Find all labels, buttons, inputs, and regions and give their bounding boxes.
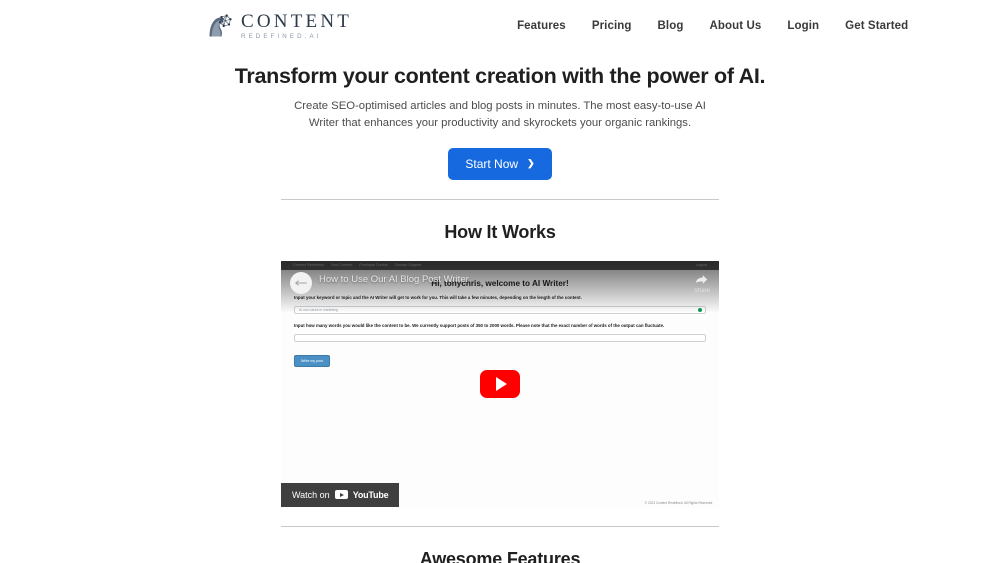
- youtube-logo-icon: [334, 490, 348, 500]
- video-header: How to Use Our AI Blog Post Writer Share: [281, 271, 719, 294]
- youtube-play-icon[interactable]: [480, 369, 520, 398]
- landing-page: CONTENT REDEFINED.AI Features Pricing Bl…: [0, 0, 1000, 563]
- embedded-nav-your-content: Your Content: [330, 263, 353, 268]
- youtube-label: YouTube: [352, 489, 389, 500]
- watch-on-label: Watch on: [292, 489, 330, 500]
- embedded-footer-copyright: © 2023 Content Redefined. All Rights Res…: [644, 500, 713, 505]
- chevron-right-icon: ❯: [527, 158, 535, 169]
- youtube-video-embed[interactable]: Content Redefined Your Content Purchase …: [281, 260, 719, 507]
- section-divider-bottom: [281, 525, 719, 527]
- embedded-nav-logout: Logout: [695, 263, 707, 268]
- how-it-works-section: How It Works Content Redefined Your Cont…: [0, 222, 1000, 507]
- video-title[interactable]: How to Use Our AI Blog Post Writer: [319, 274, 469, 285]
- watch-on-youtube-button[interactable]: Watch on YouTube: [281, 482, 400, 507]
- start-now-label: Start Now: [465, 156, 519, 171]
- embedded-nav-purchase-credits: Purchase Credits: [359, 263, 388, 268]
- embedded-paragraph-1: Input your keyword or topic and the AI W…: [294, 294, 582, 300]
- features-title: Awesome Features: [419, 548, 581, 563]
- channel-avatar-icon[interactable]: [290, 271, 312, 294]
- share-arrow-icon: [696, 275, 708, 284]
- section-divider-top: [281, 198, 719, 200]
- hero-subtext: Create SEO-optimised articles and blog p…: [294, 100, 706, 129]
- how-it-works-title: How It Works: [444, 221, 556, 242]
- embedded-paragraph-2: Input how many words you would like the …: [294, 322, 665, 328]
- nav-item-blog[interactable]: Blog: [658, 20, 684, 32]
- embedded-nav-contact-support: Contact Support: [394, 263, 422, 268]
- embedded-write-my-post-button: Write my post: [294, 354, 330, 367]
- brand-logo[interactable]: CONTENT REDEFINED.AI: [205, 11, 352, 41]
- nav-item-login[interactable]: Login: [787, 20, 819, 32]
- brand-text: CONTENT REDEFINED.AI: [241, 10, 353, 41]
- awesome-features-section: Awesome Features With the Content Redefi…: [0, 549, 1000, 563]
- embedded-keyword-input: AI use cases in marketing: [294, 305, 706, 314]
- hero-headline: Transform your content creation with the…: [234, 64, 766, 88]
- embedded-keyword-value: AI use cases in marketing: [299, 307, 338, 312]
- main-navigation: Features Pricing Blog About Us Login Get…: [517, 20, 908, 32]
- site-header: CONTENT REDEFINED.AI Features Pricing Bl…: [0, 0, 1000, 52]
- embedded-app-topnav: Content Redefined Your Content Purchase …: [281, 260, 719, 270]
- nav-item-pricing[interactable]: Pricing: [592, 20, 632, 32]
- share-button[interactable]: Share: [694, 272, 710, 294]
- brand-tagline: REDEFINED.AI: [241, 33, 322, 41]
- nav-item-get-started[interactable]: Get Started: [845, 20, 908, 32]
- ai-head-network-icon: [205, 11, 235, 41]
- nav-item-about-us[interactable]: About Us: [709, 20, 761, 32]
- nav-item-features[interactable]: Features: [517, 20, 566, 32]
- share-label: Share: [693, 287, 710, 294]
- brand-name: CONTENT: [241, 10, 353, 32]
- embedded-nav-content-redefined: Content Redefined: [293, 263, 324, 268]
- status-dot-icon: [698, 307, 702, 312]
- play-triangle: [496, 376, 507, 391]
- start-now-button[interactable]: Start Now ❯: [448, 147, 552, 180]
- embedded-wordcount-input: [294, 333, 706, 342]
- hero-section: Transform your content creation with the…: [0, 64, 1000, 180]
